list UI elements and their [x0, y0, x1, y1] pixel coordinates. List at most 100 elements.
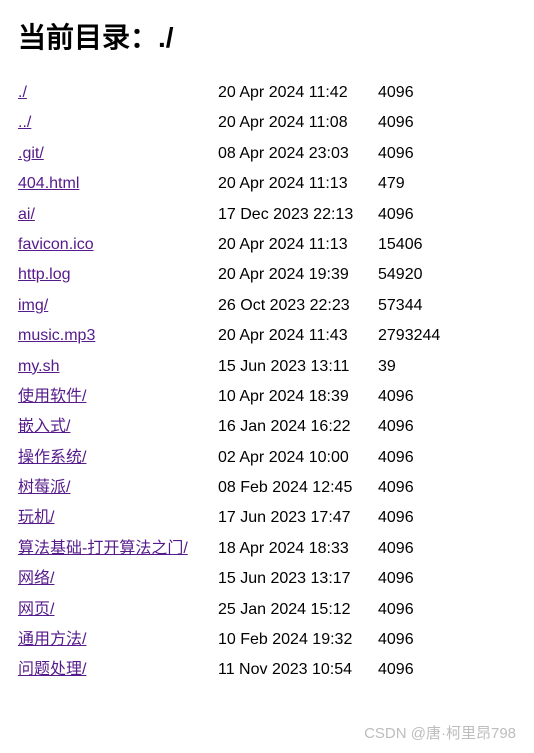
- table-row: 问题处理/11 Nov 2023 10:544096: [18, 655, 450, 685]
- table-row: ../20 Apr 2024 11:084096: [18, 108, 450, 138]
- table-row: 404.html 20 Apr 2024 11:13479: [18, 169, 450, 199]
- entry-size: 39: [378, 352, 450, 382]
- entry-size: 4096: [378, 473, 450, 503]
- table-row: 通用方法/10 Feb 2024 19:324096: [18, 625, 450, 655]
- entry-name-cell: my.sh: [18, 352, 218, 382]
- heading-path: ./: [158, 22, 174, 53]
- table-row: 树莓派/08 Feb 2024 12:454096: [18, 473, 450, 503]
- entry-link[interactable]: 操作系统/: [18, 449, 86, 466]
- entry-size: 2793244: [378, 321, 450, 351]
- entry-date: 20 Apr 2024 11:43: [218, 321, 378, 351]
- table-row: 网页/25 Jan 2024 15:124096: [18, 595, 450, 625]
- table-row: 算法基础-打开算法之门/18 Apr 2024 18:334096: [18, 534, 450, 564]
- entry-name-cell: http.log: [18, 260, 218, 290]
- entry-link[interactable]: 问题处理/: [18, 661, 86, 678]
- table-row: 玩机/17 Jun 2023 17:474096: [18, 503, 450, 533]
- entry-date: 17 Dec 2023 22:13: [218, 200, 378, 230]
- entry-size: 4096: [378, 625, 450, 655]
- table-row: http.log 20 Apr 2024 19:3954920: [18, 260, 450, 290]
- entry-name-cell: 玩机/: [18, 503, 218, 533]
- entry-link[interactable]: music.mp3: [18, 327, 95, 344]
- watermark: CSDN @唐·柯里昂798: [364, 722, 516, 743]
- entry-size: 4096: [378, 382, 450, 412]
- entry-link[interactable]: 算法基础-打开算法之门/: [18, 540, 188, 557]
- entry-link[interactable]: ai/: [18, 206, 35, 223]
- entry-name-cell: 嵌入式/: [18, 412, 218, 442]
- entry-link[interactable]: ../: [18, 114, 31, 131]
- entry-name-cell: 通用方法/: [18, 625, 218, 655]
- entry-link[interactable]: 404.html: [18, 175, 79, 192]
- entry-date: 17 Jun 2023 17:47: [218, 503, 378, 533]
- table-row: favicon.ico20 Apr 2024 11:1315406: [18, 230, 450, 260]
- entry-link[interactable]: 玩机/: [18, 509, 54, 526]
- entry-date: 02 Apr 2024 10:00: [218, 443, 378, 473]
- entry-link[interactable]: 使用软件/: [18, 388, 86, 405]
- entry-name-cell: 使用软件/: [18, 382, 218, 412]
- entry-size: 4096: [378, 503, 450, 533]
- entry-name-cell: 网络/: [18, 564, 218, 594]
- entry-name-cell: 问题处理/: [18, 655, 218, 685]
- entry-date: 08 Feb 2024 12:45: [218, 473, 378, 503]
- entry-size: 4096: [378, 534, 450, 564]
- entry-size: 54920: [378, 260, 450, 290]
- entry-link[interactable]: .git/: [18, 145, 44, 162]
- entry-link[interactable]: 嵌入式/: [18, 418, 70, 435]
- entry-size: 479: [378, 169, 450, 199]
- entry-date: 20 Apr 2024 11:13: [218, 230, 378, 260]
- table-row: ./ 20 Apr 2024 11:424096: [18, 78, 450, 108]
- entry-size: 4096: [378, 108, 450, 138]
- directory-listing: ./20 Apr 2024 11:424096../20 Apr 2024 11…: [18, 78, 450, 686]
- entry-name-cell: img/: [18, 291, 218, 321]
- entry-date: 11 Nov 2023 10:54: [218, 655, 378, 685]
- entry-link[interactable]: 网络/: [18, 570, 54, 587]
- entry-size: 4096: [378, 139, 450, 169]
- entry-name-cell: 404.html: [18, 169, 218, 199]
- entry-date: 20 Apr 2024 19:39: [218, 260, 378, 290]
- table-row: 操作系统/02 Apr 2024 10:004096: [18, 443, 450, 473]
- entry-date: 18 Apr 2024 18:33: [218, 534, 378, 564]
- entry-link[interactable]: 通用方法/: [18, 631, 86, 648]
- entry-date: 25 Jan 2024 15:12: [218, 595, 378, 625]
- entry-date: 26 Oct 2023 22:23: [218, 291, 378, 321]
- entry-date: 15 Jun 2023 13:17: [218, 564, 378, 594]
- entry-name-cell: 网页/: [18, 595, 218, 625]
- entry-size: 57344: [378, 291, 450, 321]
- entry-link[interactable]: favicon.ico: [18, 236, 94, 253]
- table-row: 使用软件/10 Apr 2024 18:394096: [18, 382, 450, 412]
- entry-date: 16 Jan 2024 16:22: [218, 412, 378, 442]
- entry-name-cell: .git/: [18, 139, 218, 169]
- entry-date: 20 Apr 2024 11:13: [218, 169, 378, 199]
- entry-name-cell: ../: [18, 108, 218, 138]
- entry-link[interactable]: ./: [18, 84, 27, 101]
- heading-prefix: 当前目录：: [18, 22, 158, 53]
- table-row: 嵌入式/16 Jan 2024 16:224096: [18, 412, 450, 442]
- entry-date: 10 Apr 2024 18:39: [218, 382, 378, 412]
- table-row: .git/08 Apr 2024 23:034096: [18, 139, 450, 169]
- entry-size: 4096: [378, 655, 450, 685]
- entry-link[interactable]: http.log: [18, 266, 70, 283]
- entry-size: 4096: [378, 443, 450, 473]
- entry-date: 20 Apr 2024 11:42: [218, 78, 378, 108]
- page-title: 当前目录：./: [18, 16, 516, 56]
- entry-date: 08 Apr 2024 23:03: [218, 139, 378, 169]
- table-row: music.mp3 20 Apr 2024 11:432793244: [18, 321, 450, 351]
- entry-size: 4096: [378, 412, 450, 442]
- entry-name-cell: 树莓派/: [18, 473, 218, 503]
- entry-size: 4096: [378, 78, 450, 108]
- entry-name-cell: 操作系统/: [18, 443, 218, 473]
- entry-date: 15 Jun 2023 13:11: [218, 352, 378, 382]
- table-row: ai/17 Dec 2023 22:134096: [18, 200, 450, 230]
- table-row: my.sh 15 Jun 2023 13:1139: [18, 352, 450, 382]
- entry-name-cell: music.mp3: [18, 321, 218, 351]
- entry-link[interactable]: my.sh: [18, 358, 59, 375]
- table-row: 网络/15 Jun 2023 13:174096: [18, 564, 450, 594]
- table-row: img/26 Oct 2023 22:2357344: [18, 291, 450, 321]
- entry-size: 4096: [378, 564, 450, 594]
- entry-link[interactable]: 网页/: [18, 601, 54, 618]
- entry-name-cell: favicon.ico: [18, 230, 218, 260]
- entry-date: 10 Feb 2024 19:32: [218, 625, 378, 655]
- entry-name-cell: 算法基础-打开算法之门/: [18, 534, 218, 564]
- entry-link[interactable]: 树莓派/: [18, 479, 70, 496]
- entry-link[interactable]: img/: [18, 297, 48, 314]
- entry-size: 4096: [378, 200, 450, 230]
